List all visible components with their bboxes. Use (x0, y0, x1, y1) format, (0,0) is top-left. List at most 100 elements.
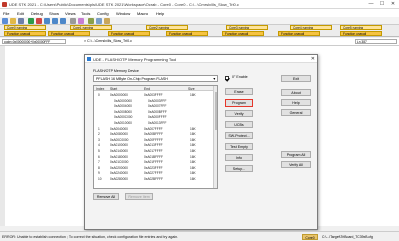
program-button[interactable]: Program (225, 99, 253, 107)
core1-status[interactable]: Core1 running (70, 25, 112, 30)
breakpoint-icon[interactable] (78, 18, 84, 24)
info-button[interactable]: Info (225, 154, 253, 161)
cell-index: 10 (98, 177, 102, 181)
reset-icon[interactable] (70, 18, 76, 24)
window-titlebar: UDE STK 2021 - C:\Users\Public\Documents… (0, 0, 399, 9)
table-row[interactable]: 0 0xA0000000 0xA003FFFF 16K (94, 93, 212, 98)
menu-edit[interactable]: Edit (17, 11, 24, 16)
exit-button[interactable]: Exit (281, 75, 311, 82)
step-over-icon[interactable] (52, 18, 58, 24)
about-button[interactable]: About (281, 89, 311, 96)
verify-button[interactable]: Verify (225, 110, 253, 117)
column-end[interactable]: End (144, 87, 150, 91)
cell-end: 0xA00BFFFF (144, 132, 163, 137)
menu-macro[interactable]: Macro (137, 11, 148, 16)
core2-status[interactable]: Core2 running (146, 25, 188, 30)
editor-tab[interactable]: × C:\...\Cmrslx\lls_Slow_Tri0.c (84, 39, 132, 43)
table-row[interactable]: 0xA0010000 0xA0013FFF (94, 121, 212, 126)
status-core-badge[interactable]: Core0 (302, 234, 318, 240)
menu-help[interactable]: Help (156, 11, 164, 16)
menu-file[interactable]: File (3, 11, 9, 16)
scrollbar-thumb[interactable] (214, 92, 217, 130)
window-title: UDE STK 2021 - C:\Users\Public\Documents… (9, 2, 239, 7)
new-icon[interactable] (2, 18, 8, 24)
save-icon[interactable] (18, 18, 24, 24)
menu-window[interactable]: Window (116, 11, 130, 16)
device-select[interactable]: PFLASH 16 MByte On-Chip Program FLASH ▼ (93, 75, 218, 82)
stop-icon[interactable] (36, 18, 42, 24)
maximize-button[interactable]: ☐ (377, 1, 387, 8)
menu-tools[interactable]: Tools (81, 11, 90, 16)
core0-status[interactable]: Core0 running (4, 25, 46, 30)
table-row[interactable]: 0xA0000000 0xA0003FFF (94, 99, 212, 104)
core4-status[interactable]: Core4 running (290, 25, 332, 30)
menu-debug[interactable]: Debug (31, 11, 43, 16)
sector-table-scrollbar[interactable] (213, 86, 217, 188)
cell-start: 0xA0140000 (110, 149, 128, 153)
cell-end: 0xA007FFFF (144, 126, 163, 131)
editor-gutter (0, 46, 5, 226)
general-button[interactable]: General (281, 109, 311, 116)
cell-index: 5 (98, 149, 100, 153)
cell-index: 8 (98, 165, 100, 170)
core3-status[interactable]: Core3 running (226, 25, 268, 30)
help-button[interactable]: Help (281, 99, 311, 106)
cell-size: 16K (190, 93, 196, 97)
cell-end: 0xA000BFFF (148, 109, 167, 114)
cell-end: 0xA013FFFF (144, 143, 163, 148)
step-into-icon[interactable] (44, 18, 50, 24)
cell-size: 16K (190, 137, 196, 142)
ucbs-button[interactable]: UCBs (225, 121, 253, 128)
cell-start: 0xA0000000 (114, 98, 132, 103)
table-row[interactable]: 0xA0004000 0xA0007FFF (94, 104, 212, 109)
table-row[interactable]: 4 0xA0100000 0xA013FFFF 16K (94, 143, 212, 148)
address-range-field[interactable]: code=0x00000000+0x00000FFF (2, 39, 66, 44)
column-start[interactable]: Start (110, 87, 117, 91)
sw-protect-button[interactable]: SW-Protect... (225, 132, 253, 139)
cell-start: 0xA0240000 (110, 171, 128, 176)
test-empty-button[interactable]: Test Empty (225, 143, 253, 150)
table-row[interactable]: 3 0xA00C0000 0xA00FFFFF 16K (94, 138, 212, 143)
remove-all-button[interactable]: Remove All (93, 193, 119, 200)
memory-icon[interactable] (96, 18, 102, 24)
cell-end: 0xA000FFFF (148, 115, 167, 120)
cell-index: 7 (98, 160, 100, 165)
erase-button[interactable]: Erase (225, 88, 253, 95)
enable-checkbox[interactable] (225, 76, 229, 80)
table-row[interactable]: 10 0xA0280000 0xA02BFFFF 16K (94, 177, 212, 182)
table-row[interactable]: 5 0xA0140000 0xA017FFFF 16K (94, 149, 212, 154)
column-index[interactable]: Index (96, 87, 104, 91)
dialog-titlebar: UDE - FLASH/OTP Memory Programming Tool … (85, 55, 317, 63)
menu-show[interactable]: Show (49, 11, 59, 16)
table-row[interactable]: 0xA000C000 0xA000FFFF (94, 115, 212, 120)
minimize-button[interactable]: — (366, 1, 376, 8)
close-window-button[interactable]: ✕ (388, 1, 398, 8)
register-icon[interactable] (104, 18, 110, 24)
table-row[interactable]: 6 0xA0180000 0xA01BFFFF 16K (94, 155, 212, 160)
setup-button[interactable]: Setup... (225, 165, 253, 172)
core5-status[interactable]: Core5 running (340, 25, 382, 30)
table-row[interactable]: 7 0xA01C0000 0xA01FFFFF 16K (94, 160, 212, 165)
sector-table: Index Start End Size 0 0xA0000000 0xA003FF… (93, 85, 218, 189)
dialog-close-icon[interactable]: ✕ (311, 56, 315, 62)
run-icon[interactable] (28, 18, 34, 24)
cell-index: 6 (98, 154, 100, 159)
verify-all-button[interactable]: Verify All (281, 161, 311, 168)
device-label: FLASH/OTP Memory Device (93, 69, 139, 73)
step-out-icon[interactable] (60, 18, 66, 24)
table-row[interactable]: 9 0xA0240000 0xA027FFFF 16K (94, 171, 212, 176)
sector-table-header: Index Start End Size (94, 86, 217, 91)
table-row[interactable]: 0xA0008000 0xA000BFFF (94, 110, 212, 115)
column-size[interactable]: Size (188, 87, 195, 91)
table-row[interactable]: 8 0xA0200000 0xA023FFFF 16K (94, 166, 212, 171)
cell-index: 9 (98, 171, 100, 176)
cell-size: 16K (190, 154, 196, 159)
menu-views[interactable]: Views (65, 11, 76, 16)
open-icon[interactable] (10, 18, 16, 24)
watch-icon[interactable] (88, 18, 94, 24)
chevron-down-icon: ▼ (212, 77, 216, 81)
table-row[interactable]: 1 0xA0040000 0xA007FFFF 16K (94, 127, 212, 132)
menu-config[interactable]: Config (97, 11, 109, 16)
program-all-button[interactable]: Program All (281, 151, 311, 158)
table-row[interactable]: 2 0xA0080000 0xA00BFFFF 16K (94, 132, 212, 137)
